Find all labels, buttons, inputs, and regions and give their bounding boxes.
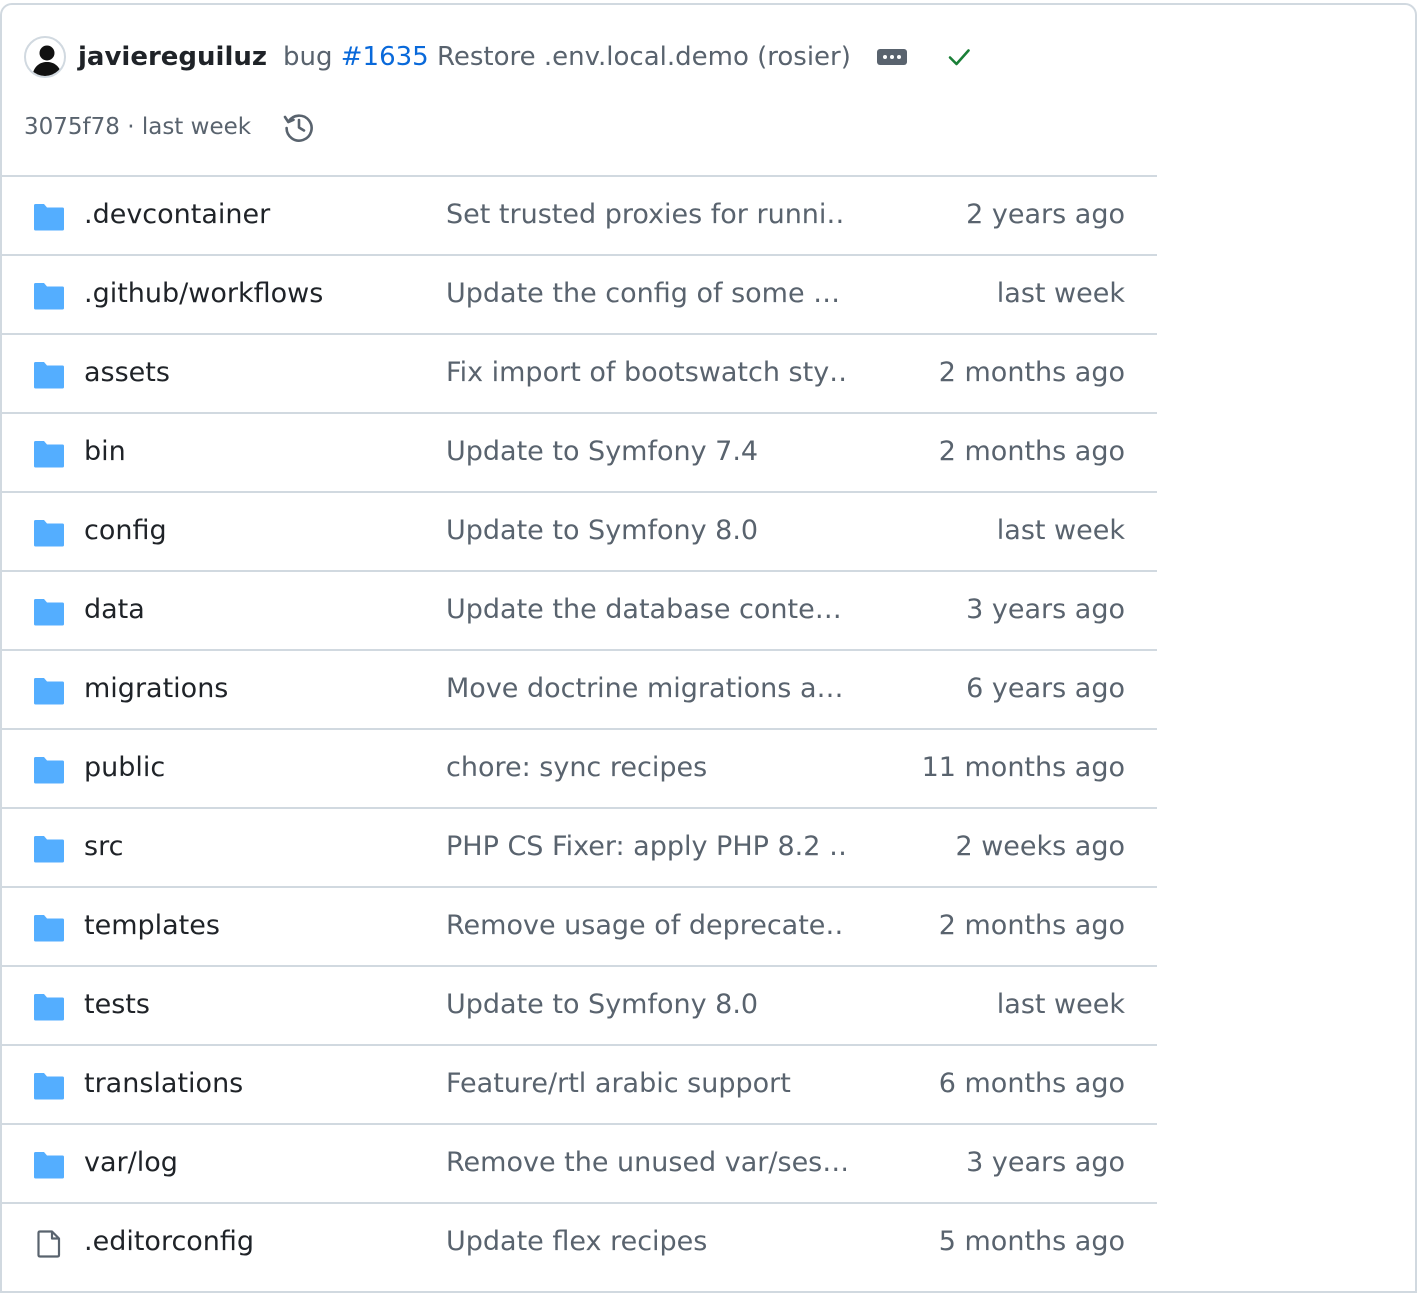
file-row-github-workflows[interactable]: .github/workflows Update the config of so…	[2, 256, 1157, 335]
file-commit-age: 2 weeks ago	[955, 831, 1125, 862]
folder-icon	[34, 520, 64, 547]
file-commit-message-link[interactable]: Update to Symfony 8.0	[446, 989, 846, 1020]
file-name-link[interactable]: data	[84, 594, 145, 625]
history-icon[interactable]	[281, 109, 317, 145]
file-commit-message-link[interactable]: Fix import of bootswatch sty…	[446, 357, 846, 388]
file-browser-panel: javiereguiluz bug #1635 Restore .env.loc…	[0, 3, 1417, 1293]
file-commit-age: 6 months ago	[938, 1068, 1125, 1099]
latest-commit-bar: javiereguiluz bug #1635 Restore .env.loc…	[2, 5, 1157, 177]
file-name-link[interactable]: public	[84, 752, 165, 783]
avatar[interactable]	[24, 36, 66, 78]
file-commit-message-link[interactable]: Set trusted proxies for runni…	[446, 199, 846, 230]
commit-meta-line: 3075f78 · last week	[24, 105, 317, 149]
folder-icon	[34, 1073, 64, 1100]
expand-commit-message-button[interactable]	[876, 49, 907, 65]
folder-icon	[34, 599, 64, 626]
folder-icon	[34, 362, 64, 389]
file-commit-message-link[interactable]: PHP CS Fixer: apply PHP 8.2 …	[446, 831, 846, 862]
folder-icon	[34, 836, 64, 863]
file-commit-age: 2 months ago	[938, 436, 1125, 467]
file-commit-age: 2 months ago	[938, 357, 1125, 388]
file-commit-message-link[interactable]: Remove usage of deprecate…	[446, 910, 846, 941]
folder-icon	[34, 994, 64, 1021]
ellipsis-icon	[882, 55, 887, 59]
file-commit-message-link[interactable]: Move doctrine migrations a…	[446, 673, 846, 704]
commit-time: last week	[141, 114, 252, 140]
file-row-devcontainer[interactable]: .devcontainer Set trusted proxies for run…	[2, 177, 1157, 256]
file-commit-age: last week	[996, 278, 1125, 309]
file-commit-age: 2 months ago	[938, 910, 1125, 941]
file-commit-age: 11 months ago	[921, 752, 1125, 783]
file-row-translations[interactable]: translations Feature/rtl arabic support 6 …	[2, 1046, 1157, 1125]
file-commit-age: 6 years ago	[966, 673, 1125, 704]
check-icon[interactable]	[945, 43, 973, 71]
folder-icon	[34, 1152, 64, 1179]
file-name-link[interactable]: tests	[84, 989, 150, 1020]
file-commit-message-link[interactable]: Feature/rtl arabic support	[446, 1068, 846, 1099]
commit-author-link[interactable]: javiereguiluz	[78, 42, 267, 72]
file-row-data[interactable]: data Update the database conte… 3 years ag…	[2, 572, 1157, 651]
file-name-link[interactable]: assets	[84, 357, 170, 388]
file-commit-age: 3 years ago	[966, 594, 1125, 625]
file-row-tests[interactable]: tests Update to Symfony 8.0 last week	[2, 967, 1157, 1046]
file-name-link[interactable]: var/log	[84, 1147, 178, 1178]
file-commit-age: last week	[996, 989, 1125, 1020]
file-icon	[37, 1230, 61, 1258]
folder-icon	[34, 441, 64, 468]
folder-icon	[34, 283, 64, 310]
file-name-link[interactable]: .editorconfig	[84, 1226, 254, 1257]
file-commit-message-link[interactable]: Remove the unused var/ses…	[446, 1147, 846, 1178]
commit-message[interactable]: bug #1635 Restore .env.local.demo (rosie…	[283, 42, 851, 72]
file-row-public[interactable]: public chore: sync recipes 11 months ago	[2, 730, 1157, 809]
file-commit-age: 5 months ago	[938, 1226, 1125, 1257]
file-name-link[interactable]: templates	[84, 910, 220, 941]
file-commit-message-link[interactable]: Update flex recipes	[446, 1226, 846, 1257]
file-row-var-log[interactable]: var/log Remove the unused var/ses… 3 years…	[2, 1125, 1157, 1204]
file-name-link[interactable]: migrations	[84, 673, 228, 704]
file-name-link[interactable]: .devcontainer	[84, 199, 270, 230]
file-commit-age: last week	[996, 515, 1125, 546]
commit-message-prefix[interactable]: bug	[283, 42, 341, 72]
file-row-assets[interactable]: assets Fix import of bootswatch sty… 2 mon…	[2, 335, 1157, 414]
file-commit-message-link[interactable]: Update to Symfony 7.4	[446, 436, 846, 467]
commit-meta-separator: ·	[119, 114, 142, 140]
file-row-src[interactable]: src PHP CS Fixer: apply PHP 8.2 … 2 weeks …	[2, 809, 1157, 888]
file-row-templates[interactable]: templates Remove usage of deprecate… 2 mon…	[2, 888, 1157, 967]
file-commit-message-link[interactable]: Update the database conte…	[446, 594, 846, 625]
file-row-config[interactable]: config Update to Symfony 8.0 last week	[2, 493, 1157, 572]
file-name-link[interactable]: config	[84, 515, 167, 546]
file-commit-age: 3 years ago	[966, 1147, 1125, 1178]
file-list: .devcontainer Set trusted proxies for run…	[2, 177, 1157, 1283]
file-commit-message-link[interactable]: Update to Symfony 8.0	[446, 515, 846, 546]
commit-message-rest[interactable]: Restore .env.local.demo (rosier)	[429, 42, 851, 72]
file-commit-age: 2 years ago	[966, 199, 1125, 230]
user-silhouette-icon	[32, 45, 62, 76]
ellipsis-dot	[896, 55, 901, 59]
file-row-migrations[interactable]: migrations Move doctrine migrations a… 6 y…	[2, 651, 1157, 730]
file-name-link[interactable]: .github/workflows	[84, 278, 323, 309]
file-row-editorconfig[interactable]: .editorconfig Update flex recipes 5 months…	[2, 1204, 1157, 1283]
folder-icon	[34, 678, 64, 705]
file-name-link[interactable]: translations	[84, 1068, 243, 1099]
latest-commit-line: javiereguiluz bug #1635 Restore .env.loc…	[24, 35, 973, 79]
file-commit-message-link[interactable]: chore: sync recipes	[446, 752, 846, 783]
file-commit-message-link[interactable]: Update the config of some …	[446, 278, 846, 309]
file-name-link[interactable]: bin	[84, 436, 126, 467]
file-name-link[interactable]: src	[84, 831, 123, 862]
file-row-bin[interactable]: bin Update to Symfony 7.4 2 months ago	[2, 414, 1157, 493]
commit-sha-link[interactable]: 3075f78	[24, 114, 120, 140]
folder-icon	[34, 915, 64, 942]
folder-icon	[34, 757, 64, 784]
folder-icon	[34, 204, 64, 231]
ellipsis-dot	[889, 55, 894, 59]
pull-request-link[interactable]: #1635	[341, 42, 429, 72]
